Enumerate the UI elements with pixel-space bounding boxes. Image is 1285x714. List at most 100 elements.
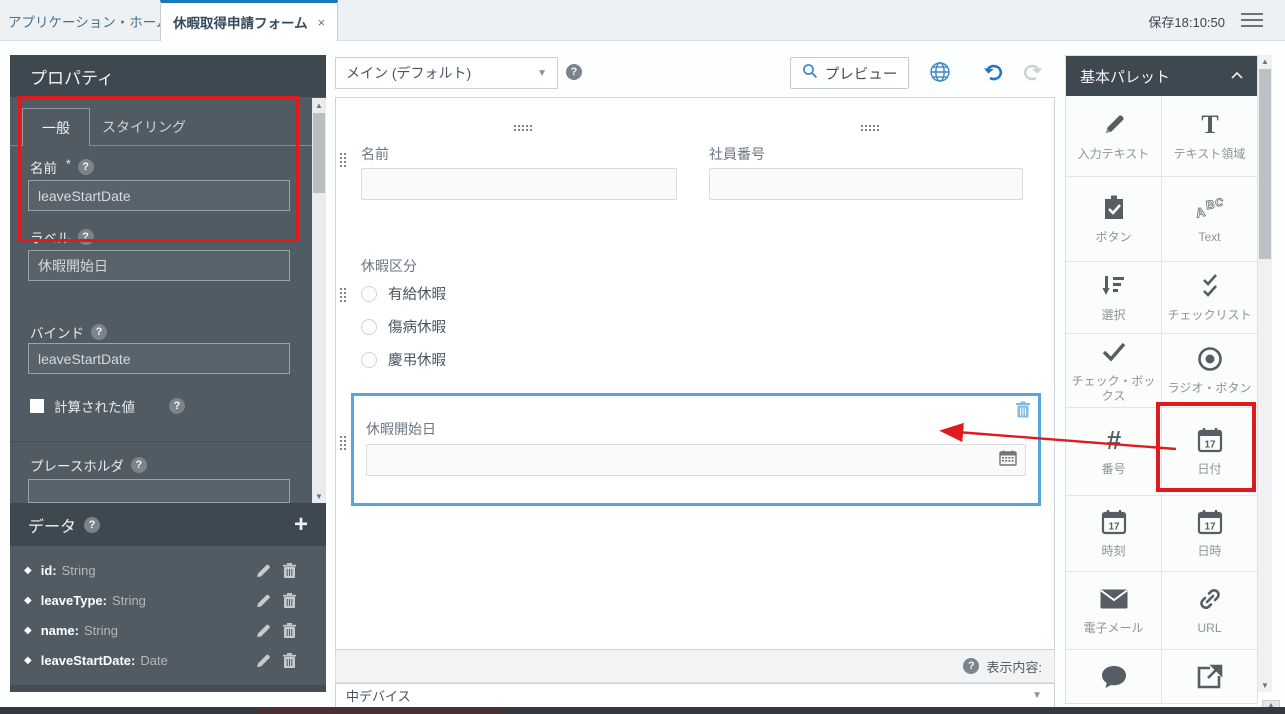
edit-pencil-icon[interactable] (256, 563, 271, 578)
palette-item-text[interactable]: ABCText (1162, 177, 1257, 261)
scroll-down-icon[interactable]: ▼ (1258, 679, 1272, 692)
radio-circle-icon[interactable] (361, 352, 377, 368)
palette-item-label: ラジオ・ボタン (1168, 381, 1252, 396)
tab-styling[interactable]: スタイリング (102, 117, 186, 137)
delete-trash-icon[interactable] (283, 593, 296, 608)
scrollbar-thumb[interactable] (1259, 69, 1271, 259)
selected-date-widget[interactable]: 休暇開始日 (351, 393, 1041, 506)
palette-item-text-area[interactable]: Tテキスト領域 (1162, 96, 1257, 176)
radio-option-3[interactable]: 慶弔休暇 (361, 349, 446, 370)
palette-header[interactable]: 基本パレット (1066, 56, 1257, 96)
leave-start-date-input[interactable] (366, 444, 1026, 476)
palette-item-date[interactable]: 17日付 (1162, 408, 1257, 495)
chevron-down-icon: ▼ (1032, 690, 1042, 701)
palette-item-email[interactable]: 電子メール (1066, 572, 1161, 649)
sort-list-icon (1102, 272, 1126, 300)
properties-scrollbar[interactable]: ▲ ▼ (312, 98, 326, 503)
palette-item-select[interactable]: 選択 (1066, 262, 1161, 333)
form-canvas[interactable]: 名前 社員番号 休暇区分 有給休暇傷病休暇慶弔休暇 休暇開始日 (335, 97, 1055, 650)
tab-leave-request-form[interactable]: 休暇取得申請フォーム × (160, 0, 338, 41)
bind-input[interactable] (28, 343, 290, 374)
globe-icon[interactable] (929, 61, 951, 88)
palette-item-url[interactable]: URL (1162, 572, 1257, 649)
leave-type-radio-group: 有給休暇傷病休暇慶弔休暇 (361, 283, 446, 382)
placeholder-input[interactable] (28, 479, 290, 503)
palette-item-radio-button[interactable]: ラジオ・ボタン (1162, 334, 1257, 407)
data-field-row-id: ◆id:String (10, 555, 310, 585)
palette-item-datetime[interactable]: 17日時 (1162, 496, 1257, 571)
hamburger-menu-icon[interactable] (1241, 13, 1263, 31)
label-input[interactable] (28, 250, 290, 281)
delete-trash-icon[interactable] (283, 623, 296, 638)
name-field-canvas-input[interactable] (361, 168, 677, 200)
employee-number-input[interactable] (709, 168, 1023, 200)
calculated-value-checkbox[interactable] (30, 399, 44, 413)
device-selector-dropdown[interactable]: 中デバイス ▼ (335, 683, 1055, 708)
column-drag-handle-icon[interactable] (514, 125, 534, 133)
add-data-field-button[interactable]: + (294, 513, 308, 537)
abc-icon: ABC (1194, 194, 1226, 222)
tab-general[interactable]: 一般 (22, 108, 90, 146)
palette-item-time[interactable]: 17 時刻 (1066, 496, 1161, 571)
palette-item-number[interactable]: #番号 (1066, 408, 1161, 495)
name-help-icon[interactable]: ? (78, 159, 94, 175)
pencil-icon (1101, 111, 1127, 139)
column-drag-handle-icon[interactable] (861, 125, 881, 133)
radio-circle-icon[interactable] (361, 286, 377, 302)
collapse-chevron-icon[interactable] (1231, 70, 1243, 82)
edit-pencil-icon[interactable] (256, 623, 271, 638)
radio-option-label: 慶弔休暇 (388, 349, 446, 370)
palette-item-checklist[interactable]: チェックリスト (1162, 262, 1257, 333)
edit-pencil-icon[interactable] (256, 653, 271, 668)
palette-item-button[interactable]: ボタン (1066, 177, 1161, 261)
placeholder-help-icon[interactable]: ? (131, 457, 147, 473)
row-drag-handle-icon[interactable] (340, 153, 348, 169)
calendar-icon[interactable] (999, 450, 1017, 471)
properties-panel-header: プロパティ (10, 55, 326, 97)
palette-item-label: 時刻 (1101, 544, 1125, 559)
radio-option-2[interactable]: 傷病休暇 (361, 316, 446, 337)
radio-option-1[interactable]: 有給休暇 (361, 283, 446, 304)
row-drag-handle-icon[interactable] (340, 288, 348, 304)
radio-circle-icon[interactable] (361, 319, 377, 335)
palette-item-checkbox[interactable]: チェック・ボックス (1066, 334, 1161, 407)
canvas-footer-bar: ? 表示内容: (335, 650, 1055, 683)
scrollbar-thumb[interactable] (313, 113, 325, 193)
display-help-icon[interactable]: ? (963, 658, 979, 674)
undo-icon[interactable] (981, 62, 1003, 87)
scroll-down-icon[interactable]: ▼ (312, 489, 326, 503)
palette-item-external-link[interactable] (1162, 650, 1257, 704)
edit-pencil-icon[interactable] (256, 593, 271, 608)
bind-field-label: バインド ? (30, 322, 107, 342)
preview-button[interactable]: プレビュー (790, 57, 909, 89)
preview-button-label: プレビュー (825, 63, 898, 84)
speech-bubble-icon (1101, 663, 1127, 691)
calculated-help-icon[interactable]: ? (169, 398, 185, 414)
delete-trash-icon[interactable] (283, 653, 296, 668)
device-selector-value: 中デバイス (346, 686, 411, 705)
svg-text:C: C (1214, 196, 1223, 209)
basic-palette-panel: 基本パレット 入力テキストTテキスト領域ボタンABCText選択チェックリストチ… (1065, 55, 1258, 704)
palette-item-input-text[interactable]: 入力テキスト (1066, 96, 1161, 176)
palette-scrollbar[interactable]: ▲ ▼ (1258, 55, 1272, 692)
magnifier-icon (802, 63, 818, 83)
redo-icon[interactable] (1023, 62, 1045, 87)
hash-icon: # (1102, 426, 1126, 454)
palette-item-label: チェックリスト (1167, 308, 1251, 323)
calendar-17-icon: 17 (1101, 508, 1127, 536)
view-help-icon[interactable]: ? (566, 64, 582, 80)
scroll-up-icon[interactable]: ▲ (312, 98, 326, 112)
tab-application-home[interactable]: アプリケーション・ホーム (8, 11, 169, 31)
scroll-up-icon[interactable]: ▲ (1258, 55, 1272, 68)
delete-trash-icon[interactable] (283, 563, 296, 578)
data-help-icon[interactable]: ? (84, 517, 100, 533)
view-selector-dropdown[interactable]: メイン (デフォルト) ▼ (335, 57, 558, 89)
tab-close-icon[interactable]: × (318, 15, 326, 30)
radio-icon (1197, 345, 1223, 373)
row-drag-handle-icon[interactable] (340, 436, 348, 452)
label-help-icon[interactable]: ? (78, 229, 94, 245)
name-input[interactable] (28, 180, 290, 211)
delete-widget-trash-icon[interactable] (1016, 401, 1030, 423)
palette-item-comment[interactable] (1066, 650, 1161, 704)
bind-help-icon[interactable]: ? (91, 324, 107, 340)
